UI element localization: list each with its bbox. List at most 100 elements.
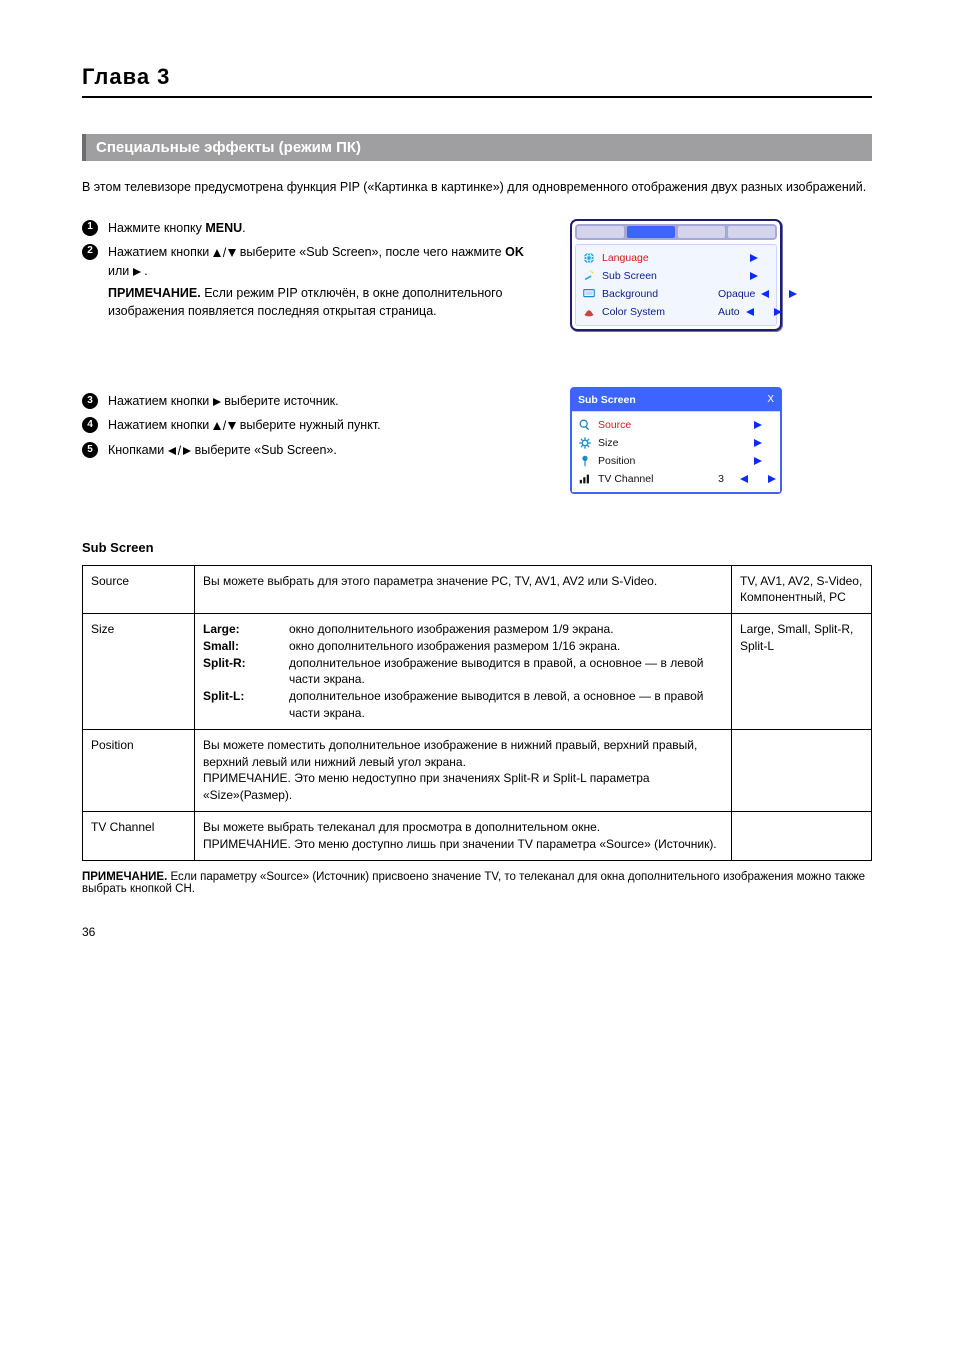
osd-label: Color System (602, 306, 712, 318)
osd-row-background: Background Opaque (576, 285, 776, 303)
magnifier-icon (578, 418, 592, 432)
osd-row-colorsystem: Color System Auto (576, 303, 776, 321)
page-number: 36 (82, 925, 872, 939)
osd-sub-row-tvchannel: TV Channel 3 (572, 470, 780, 488)
table-cell: TV Channel (83, 812, 195, 861)
table-row: Source Вы можете выбрать для этого парам… (83, 565, 872, 614)
osd-sub-title: Sub Screen (578, 394, 636, 406)
step-text: Нажатием кнопки (108, 394, 213, 408)
size-desc: окно дополнительного изображения размеро… (289, 621, 614, 638)
table-cell: Size (83, 614, 195, 730)
close-icon: X (767, 394, 774, 405)
osd-label: TV Channel (598, 473, 702, 485)
osd-right-arrow-icon (736, 272, 772, 280)
step-bullet-2: 2 (82, 244, 98, 260)
osd-tab-active (627, 226, 674, 238)
step-text: выберите «Sub Screen», после чего нажмит… (240, 245, 505, 259)
step-text: Нажмите кнопку (108, 221, 205, 235)
step-text: выберите источник. (224, 394, 338, 408)
table-cell: Source (83, 565, 195, 614)
osd-value: 3 (708, 473, 734, 485)
osd-left-right-arrows-icon (761, 290, 797, 298)
table-cell: Вы можете выбрать для этого параметра зн… (195, 565, 732, 614)
step-text: Кнопками (108, 443, 168, 457)
osd-right-arrow-icon (740, 457, 776, 465)
table-cell: Вы можете выбрать телеканал для просмотр… (195, 812, 732, 861)
osd-row-language: Language (576, 249, 776, 267)
step-text: выберите «Sub Screen». (195, 443, 337, 457)
table-cell (732, 729, 872, 811)
footnote-text: Если параметру «Source» (Источник) присв… (82, 871, 865, 895)
table-row: TV Channel Вы можете выбрать телеканал д… (83, 812, 872, 861)
step-5: 5 Кнопками / выберите «Sub Screen». (82, 441, 542, 460)
step-bullet-1: 1 (82, 220, 98, 236)
menu-button-label: MENU (205, 221, 242, 235)
osd-main-list: Language Sub Screen (575, 244, 777, 326)
right-arrow-icon (133, 268, 141, 276)
osd-label: Source (598, 419, 702, 431)
screen-icon (582, 287, 596, 301)
gear-icon (578, 436, 592, 450)
table-cell (732, 812, 872, 861)
step-bullet-5: 5 (82, 442, 98, 458)
horizontal-rule (82, 96, 872, 98)
osd-label: Sub Screen (602, 270, 712, 282)
step-1: 1 Нажмите кнопку MENU. (82, 219, 542, 237)
step-bullet-4: 4 (82, 417, 98, 433)
osd-right-arrow-icon (736, 254, 772, 262)
step-text: или (108, 264, 133, 278)
osd-sub-row-size: Size (572, 434, 780, 452)
size-tag: Small: (203, 638, 275, 655)
osd-left-right-arrows-icon (746, 308, 782, 316)
step-bullet-3: 3 (82, 393, 98, 409)
note-label: ПРИМЕЧАНИЕ. (108, 286, 201, 300)
osd-tab (577, 226, 624, 238)
osd-sub-list: Source Size (572, 411, 780, 492)
osd-column: Language Sub Screen (570, 219, 872, 494)
size-tag: Large: (203, 621, 275, 638)
osd-titlebar: Sub Screen X (572, 389, 780, 411)
globe-icon (582, 251, 596, 265)
table-row: Position Вы можете поместить дополнитель… (83, 729, 872, 811)
spec-table: Source Вы можете выбрать для этого парам… (82, 565, 872, 861)
intro-text: В этом телевизоре предусмотрена функция … (82, 179, 872, 197)
step-text: . (144, 264, 147, 278)
pin-icon (578, 454, 592, 468)
osd-right-arrow-icon (740, 439, 776, 447)
step-text: Нажатием кнопки (108, 245, 213, 259)
size-tag: Split-L: (203, 688, 275, 722)
osd-tab (678, 226, 725, 238)
up-down-icon: / (213, 244, 236, 262)
step-3: 3 Нажатием кнопки выберите источник. (82, 392, 542, 410)
left-right-icon: / (168, 442, 191, 460)
steps-column: 1 Нажмите кнопку MENU. 2 Нажатием кнопки… (82, 219, 542, 494)
step-2: 2 Нажатием кнопки / выберите «Sub Screen… (82, 243, 542, 320)
osd-main-menu: Language Sub Screen (570, 219, 782, 331)
up-down-icon: / (213, 417, 236, 435)
table-row: Size Large: окно дополнительного изображе… (83, 614, 872, 730)
osd-row-subscreen: Sub Screen (576, 267, 776, 285)
section-title: Специальные эффекты (режим ПК) (82, 134, 872, 161)
size-desc: дополнительное изображение выводится в п… (289, 655, 723, 689)
size-desc: окно дополнительного изображения размеро… (289, 638, 620, 655)
right-arrow-icon (213, 398, 221, 406)
wand-icon (582, 269, 596, 283)
footnote: ПРИМЕЧАНИЕ. Если параметру «Source» (Ист… (82, 871, 872, 895)
step-text: Нажатием кнопки (108, 418, 213, 432)
size-desc: дополнительное изображение выводится в л… (289, 688, 723, 722)
osd-sub-screen-menu: Sub Screen X Source (570, 387, 782, 494)
step-4: 4 Нажатием кнопки / выберите нужный пунк… (82, 416, 542, 435)
hat-icon (582, 305, 596, 319)
osd-label: Position (598, 455, 702, 467)
chapter-title: Глава 3 (82, 64, 872, 90)
size-tag: Split-R: (203, 655, 275, 689)
step-text: выберите нужный пункт. (240, 418, 381, 432)
osd-value: Opaque (718, 288, 755, 300)
osd-label: Background (602, 288, 712, 300)
table-title: Sub Screen (82, 540, 872, 555)
table-cell: Position (83, 729, 195, 811)
table-cell: Large, Small, Split-R, Split-L (732, 614, 872, 730)
osd-value: Auto (718, 306, 740, 318)
ok-button-label: OK (505, 245, 524, 259)
osd-sub-row-source: Source (572, 416, 780, 434)
